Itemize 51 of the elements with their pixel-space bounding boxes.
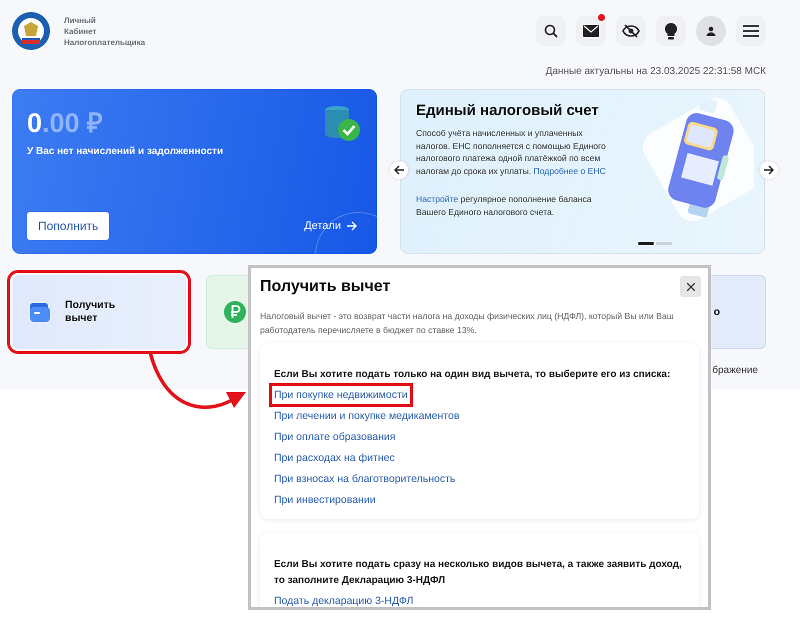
arrow-left-icon [394,165,404,175]
balance-message: У Вас нет начислений и задолженности [27,146,224,157]
logo-text: Налогоплательщика [64,38,146,46]
menu-button[interactable] [736,16,766,46]
bulb-button[interactable] [656,16,686,46]
balance-amount: 0.00 ₽ [27,107,104,140]
link-text[interactable]: бражение [712,365,758,376]
user-icon [706,26,716,36]
update-time: Данные актуальны на 23.03.2025 22:31:58 МСК [544,66,766,77]
previous-button[interactable] [390,161,408,179]
deduction-link[interactable]: Подать декларацию 3-НДФЛ [272,592,416,607]
section-heading: Если Вы хотите подать только на один вид вычета, то выберите его из списка: [274,368,672,382]
emblem-logo [12,12,50,50]
setup-link[interactable]: Настройте [416,194,458,204]
deduction-link[interactable]: При инвестировании [272,491,378,509]
tile-label: Получить вычет [65,299,116,325]
mail-button[interactable] [576,16,606,46]
close-button[interactable] [680,276,701,297]
dialog-description: Налоговый вычет - это возврат части налога на доходы физических лиц (НДФЛ), который Вы или Ваш работодатель перечисляете в бюджет по ставке 13%. [260,310,675,337]
logo-text: Кабинет [64,26,98,36]
logo-text: Личный [64,16,97,24]
details-link[interactable]: Детали [304,220,357,232]
menu-icon [743,25,759,37]
ens-title: Единый налоговый счет [416,102,600,119]
wallet-icon [29,301,51,323]
ens-setup-text: Настройте регулярное пополнение баланса Вашего Единого налогового счета. [416,193,593,218]
user-button[interactable] [696,16,726,46]
lightbulb-icon [665,22,677,40]
search-icon [544,24,558,38]
ruble-badge-icon [222,300,246,324]
coins-check-icon [323,105,361,143]
deduction-link[interactable]: При оплате образования [272,428,398,446]
deduction-link[interactable]: При покупке недвижимости [272,386,410,404]
close-icon [686,282,694,290]
section-heading: Если Вы хотите подать сразу на несколько видов вычета, а также заявить доход, то заполните Декларацию 3-НДФЛ [274,558,683,588]
envelope-icon [583,25,599,37]
search-button[interactable] [536,16,566,46]
arrow-right-icon [764,165,774,175]
deduction-link[interactable]: При расходах на фитнес [272,449,397,467]
deduction-link[interactable]: При взносах на благотворительность [272,470,458,488]
eye-off-button[interactable] [616,16,646,46]
arrow-right-icon [347,221,357,231]
ens-description: Способ учёта начисленных и уплаченных налогов. ЕНС пополняется с помощью Единого налогового платежа одной платёжкой по всем налогам до срока их уплаты. Подробнее о ЕНС [416,127,607,177]
next-button[interactable] [760,161,778,179]
eye-off-icon [622,24,640,38]
ens-more-link[interactable]: Подробнее о ЕНС [534,166,606,176]
deduction-link[interactable]: При лечении и покупке медикаментов [272,407,462,425]
service-tile[interactable]: Получить вычет [12,275,186,349]
top-up-button[interactable]: Пополнить [27,212,110,240]
dialog-title: Получить вычет [260,278,390,296]
tile-label: о [714,306,720,318]
